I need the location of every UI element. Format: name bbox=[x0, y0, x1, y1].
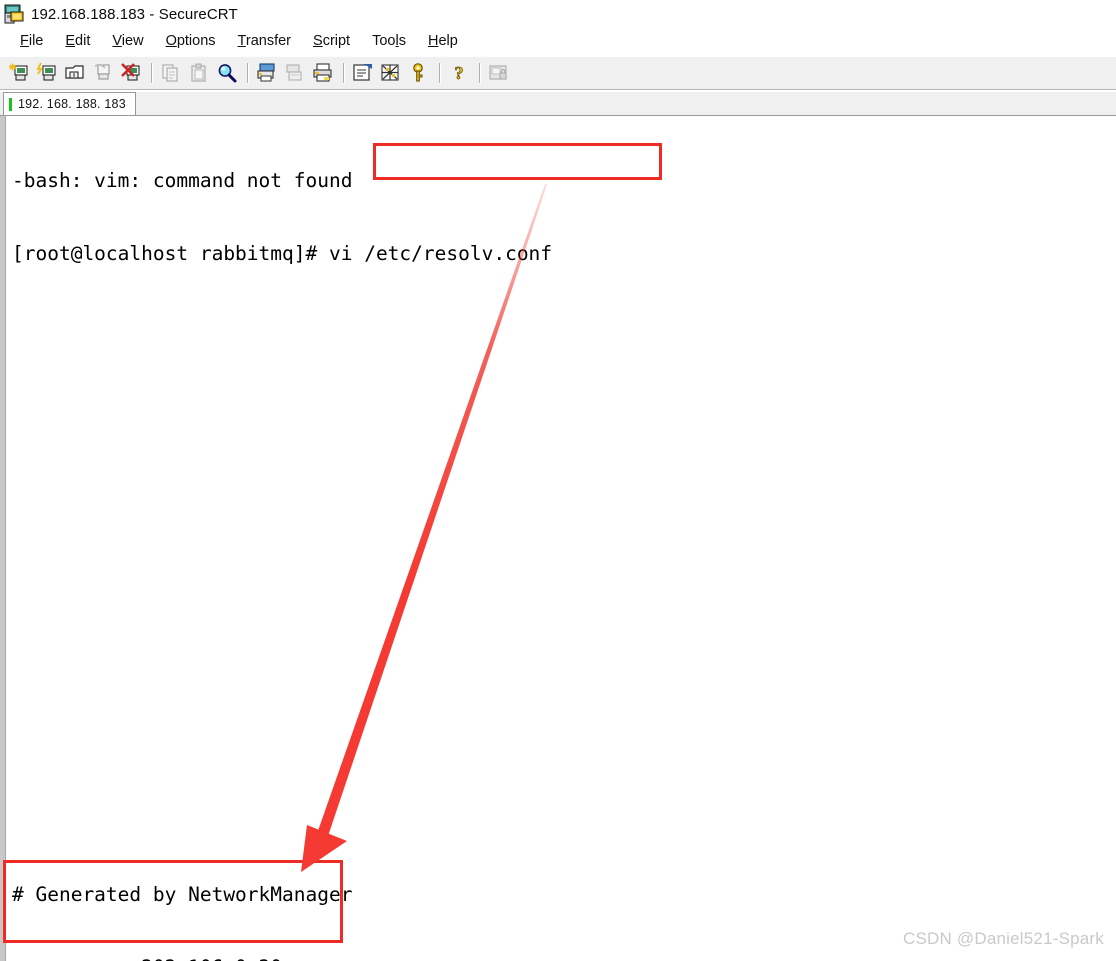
menu-help[interactable]: Help bbox=[417, 31, 469, 51]
reconnect-icon bbox=[90, 60, 116, 86]
find-icon[interactable] bbox=[214, 60, 240, 86]
new-session-icon[interactable] bbox=[6, 60, 32, 86]
toolbar: ? bbox=[0, 56, 1116, 90]
session-manager-icon[interactable] bbox=[378, 60, 404, 86]
menu-bar: File Edit View Options Transfer Script T… bbox=[0, 28, 1116, 54]
copy-icon bbox=[158, 60, 184, 86]
title-bar: 192.168.188.183 - SecureCRT bbox=[0, 0, 1116, 28]
menu-script[interactable]: Script bbox=[302, 31, 361, 51]
paste-icon bbox=[186, 60, 212, 86]
terminal-text-area: -bash: vim: command not found [root@loca… bbox=[6, 116, 1116, 961]
csdn-watermark: CSDN @Daniel521-Spark bbox=[903, 929, 1104, 948]
toolbar-separator bbox=[479, 63, 480, 83]
menu-tools[interactable]: Tools bbox=[361, 31, 417, 51]
menu-file[interactable]: File bbox=[9, 31, 54, 51]
menu-view[interactable]: View bbox=[101, 31, 154, 51]
connect-icon[interactable] bbox=[34, 60, 60, 86]
terminal-top-output: -bash: vim: command not found [root@loca… bbox=[12, 121, 552, 315]
toolbar-separator bbox=[439, 63, 440, 83]
toolbar-separator bbox=[247, 63, 248, 83]
toolbar-separator bbox=[151, 63, 152, 83]
tab-label: 192. 168. 188. 183 bbox=[18, 97, 126, 111]
key-icon[interactable] bbox=[406, 60, 432, 86]
session-options-icon[interactable] bbox=[350, 60, 376, 86]
log-session-icon bbox=[282, 60, 308, 86]
menu-transfer[interactable]: Transfer bbox=[227, 31, 302, 51]
tab-connection-status-indicator bbox=[9, 97, 12, 111]
securecrt-app-icon bbox=[4, 4, 24, 24]
disconnect-icon[interactable] bbox=[118, 60, 144, 86]
help-icon[interactable]: ? bbox=[446, 60, 472, 86]
terminal-file-content: # Generated by NetworkManager nameserver… bbox=[12, 835, 352, 961]
window-title: 192.168.188.183 - SecureCRT bbox=[31, 5, 238, 23]
terminal-screen[interactable]: -bash: vim: command not found [root@loca… bbox=[0, 116, 1116, 961]
connect-local-shell-icon[interactable] bbox=[62, 60, 88, 86]
tab-strip: 192. 168. 188. 183 bbox=[0, 92, 1116, 116]
print-icon[interactable] bbox=[310, 60, 336, 86]
svg-text:?: ? bbox=[455, 63, 464, 83]
menu-edit[interactable]: Edit bbox=[54, 31, 101, 51]
terminal-line: -bash: vim: command not found bbox=[12, 169, 353, 193]
print-selection-icon[interactable] bbox=[254, 60, 280, 86]
terminal-line: nameserver 202.106.0.20 bbox=[12, 956, 352, 961]
toolbar-separator bbox=[343, 63, 344, 83]
lock-screen-icon bbox=[486, 60, 512, 86]
terminal-line: # Generated by NetworkManager bbox=[12, 883, 353, 907]
tab-192-168-188-183[interactable]: 192. 168. 188. 183 bbox=[3, 92, 136, 115]
menu-options[interactable]: Options bbox=[155, 31, 227, 51]
terminal-line: [root@localhost rabbitmq]# vi /etc/resol… bbox=[12, 242, 553, 265]
